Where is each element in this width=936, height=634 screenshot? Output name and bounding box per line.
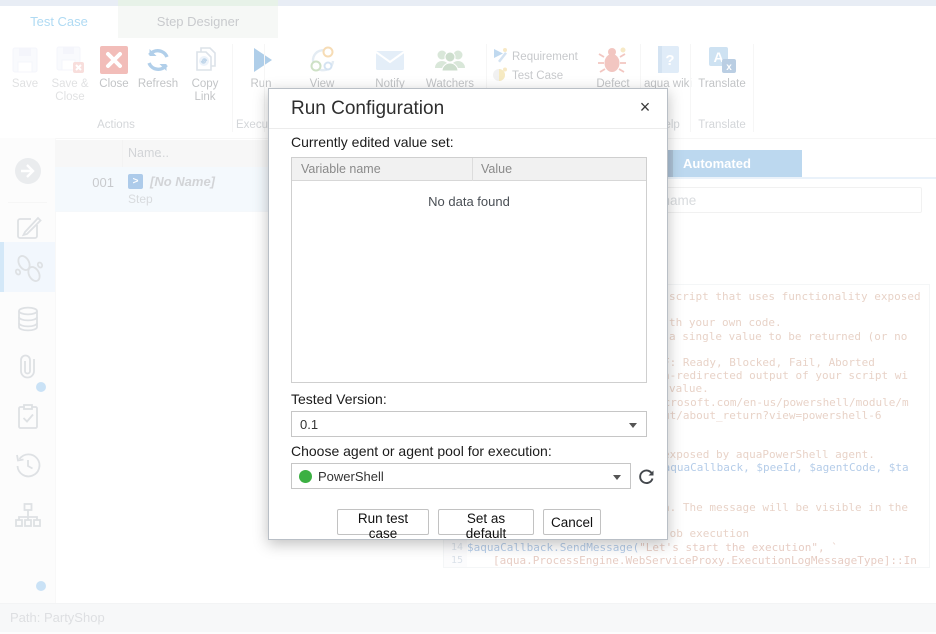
- column-value[interactable]: Value: [481, 162, 512, 176]
- column-variable-name[interactable]: Variable name: [301, 162, 381, 176]
- dialog-close-icon[interactable]: ×: [635, 97, 655, 118]
- refresh-agents-icon[interactable]: [637, 467, 657, 487]
- chevron-down-icon: [629, 423, 637, 428]
- agent-status-dot: [299, 470, 312, 483]
- tested-version-select[interactable]: 0.1: [291, 411, 647, 437]
- value-set-table: Variable name Value No data found: [291, 157, 647, 383]
- agent-label: Choose agent or agent pool for execution…: [291, 443, 552, 459]
- tested-version-label: Tested Version:: [291, 391, 387, 407]
- agent-select[interactable]: PowerShell: [291, 463, 631, 489]
- column-divider: [472, 158, 473, 181]
- value-set-table-header: Variable name Value: [292, 158, 646, 181]
- cancel-button[interactable]: Cancel: [543, 509, 601, 535]
- agent-value: PowerShell: [318, 469, 384, 484]
- run-configuration-dialog: Run Configuration × Currently edited val…: [268, 88, 668, 540]
- chevron-down-icon: [613, 475, 621, 480]
- dialog-title-divider: [269, 128, 667, 129]
- dialog-title: Run Configuration: [291, 98, 444, 120]
- run-test-case-button[interactable]: Run test case: [337, 509, 429, 535]
- app-window: Test Case Step Designer Save Save & Clos…: [0, 0, 936, 634]
- value-set-label: Currently edited value set:: [291, 134, 454, 150]
- tested-version-value: 0.1: [300, 417, 318, 432]
- set-as-default-button[interactable]: Set as default: [438, 509, 534, 535]
- no-data-message: No data found: [292, 194, 646, 209]
